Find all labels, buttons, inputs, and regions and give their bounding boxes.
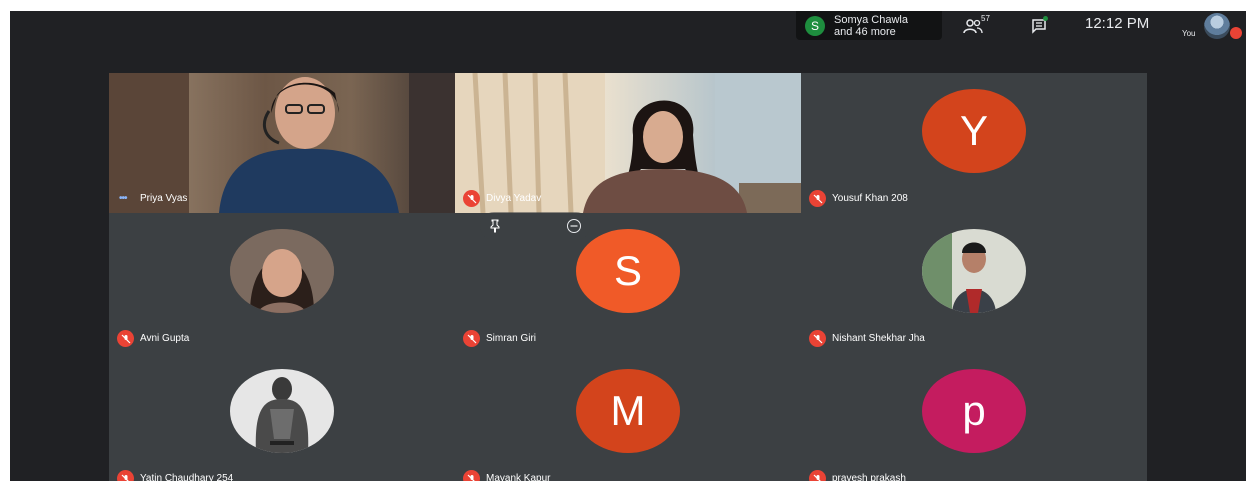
video-feed xyxy=(455,73,801,213)
clock: 12:12 PM xyxy=(1085,15,1150,32)
chat-button[interactable] xyxy=(1026,15,1052,37)
self-muted-icon xyxy=(1230,27,1242,39)
participant-name: Yousuf Khan 208 xyxy=(832,193,908,204)
tile-hover-controls xyxy=(480,212,590,240)
self-avatar xyxy=(1204,13,1230,39)
mic-off-icon xyxy=(809,190,826,207)
profile-photo xyxy=(230,369,334,453)
self-view[interactable]: You xyxy=(1178,13,1246,41)
participant-tile[interactable]: Avni Gupta xyxy=(109,213,455,353)
letter-avatar: S xyxy=(576,229,680,313)
participant-name: Mayank Kapur xyxy=(486,473,551,481)
participant-name: Simran Giri xyxy=(486,333,537,344)
chat-notification-dot xyxy=(1043,16,1048,21)
letter-avatar: M xyxy=(576,369,680,453)
chip-text: Somya Chawla and 46 more xyxy=(834,14,908,38)
participant-name: Priya Vyas xyxy=(140,193,188,204)
profile-photo xyxy=(230,229,334,313)
mic-off-icon xyxy=(463,190,480,207)
letter-avatar: p xyxy=(922,369,1026,453)
mic-off-icon xyxy=(117,470,134,481)
pin-icon[interactable] xyxy=(488,219,502,233)
participant-name: Yatin Chaudhary 254 xyxy=(140,473,234,481)
participant-name: Divya Yadav xyxy=(486,193,542,204)
chip-line-2: and 46 more xyxy=(834,25,896,38)
chip-line-1: Somya Chawla xyxy=(834,13,908,26)
speaking-indicator-icon: ••• xyxy=(119,193,127,204)
participant-name: pravesh prakash xyxy=(832,473,906,481)
mic-off-icon xyxy=(809,470,826,481)
presenter-chip[interactable]: S Somya Chawla and 46 more xyxy=(796,11,942,40)
mic-off-icon xyxy=(463,470,480,481)
mic-off-icon xyxy=(117,330,134,347)
participant-grid: ••• Priya Vyas Divya Yadav Y Yousuf Khan… xyxy=(109,73,1147,481)
participant-name: Nishant Shekhar Jha xyxy=(832,333,925,344)
self-label: You xyxy=(1182,29,1196,38)
letter-avatar: Y xyxy=(922,89,1026,173)
profile-photo xyxy=(922,229,1026,313)
participant-tile[interactable]: ••• Priya Vyas xyxy=(109,73,455,213)
mic-off-icon xyxy=(809,330,826,347)
participant-tile[interactable]: M Mayank Kapur xyxy=(455,353,801,481)
mic-off-icon xyxy=(463,330,480,347)
meet-window: S Somya Chawla and 46 more 57 12:12 PM Y… xyxy=(10,11,1246,481)
chip-avatar: S xyxy=(805,15,825,36)
remove-icon[interactable] xyxy=(566,218,582,234)
participant-tile[interactable]: Nishant Shekhar Jha xyxy=(801,213,1147,353)
participant-name: Avni Gupta xyxy=(140,333,190,344)
people-count: 57 xyxy=(981,14,990,23)
participant-tile[interactable]: p pravesh prakash xyxy=(801,353,1147,481)
participant-tile[interactable]: Yatin Chaudhary 254 xyxy=(109,353,455,481)
participant-tile[interactable]: Y Yousuf Khan 208 xyxy=(801,73,1147,213)
participant-tile[interactable]: Divya Yadav xyxy=(455,73,801,213)
video-feed xyxy=(109,73,455,213)
people-icon xyxy=(963,19,983,34)
